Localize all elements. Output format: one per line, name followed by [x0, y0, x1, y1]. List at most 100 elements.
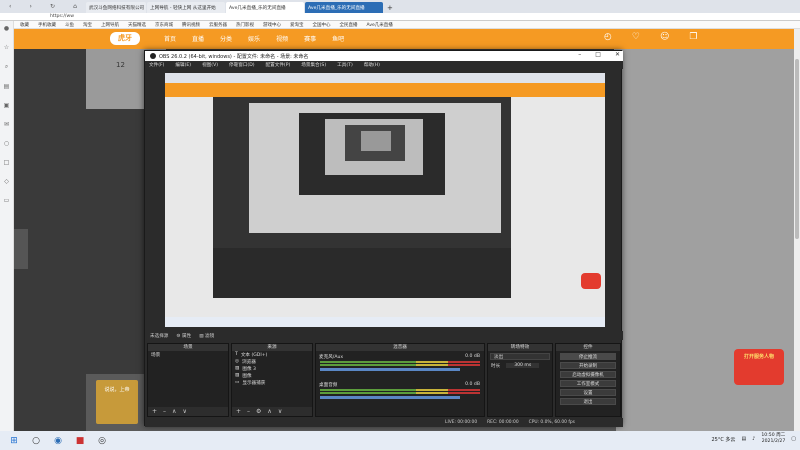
folder-icon[interactable]: ▭ — [4, 197, 10, 204]
add-icon[interactable]: + — [236, 408, 241, 415]
nav-link[interactable]: 直播 — [192, 34, 204, 43]
chat-icon[interactable]: ○ — [4, 140, 9, 147]
home-icon[interactable]: ⌂ — [73, 3, 77, 10]
search-icon[interactable]: ⌕ — [5, 63, 8, 71]
notification-icon[interactable]: ▢ — [791, 436, 796, 442]
huya-logo[interactable]: 虎牙 — [110, 32, 140, 45]
source-item[interactable]: ◎ 浏览器 — [232, 358, 312, 365]
nav-link[interactable]: 赛事 — [304, 34, 316, 43]
bookmark-item[interactable]: 天猫精选 — [128, 22, 146, 28]
gift-banner[interactable]: 说说，上帝 — [96, 380, 138, 424]
menu-scene-collection[interactable]: 场景集合(S) — [301, 62, 326, 68]
search-icon[interactable]: ○ — [28, 433, 44, 449]
volume-slider[interactable] — [320, 396, 460, 399]
bookmark-item[interactable]: 京东商城 — [155, 22, 173, 28]
obs-preview[interactable] — [165, 73, 605, 327]
start-recording-button[interactable]: 开始录制 — [560, 362, 616, 369]
media-app-icon[interactable]: ■ — [72, 433, 88, 449]
translate-icon[interactable]: ▣ — [4, 102, 10, 109]
obs-app-icon[interactable]: ◎ — [94, 433, 110, 449]
minimize-icon[interactable]: – — [578, 51, 581, 58]
menu-edit[interactable]: 编辑(E) — [175, 62, 191, 68]
source-item[interactable]: T 文本 (GDI+) — [232, 351, 312, 358]
bookmark-item[interactable]: 爱淘宝 — [290, 22, 304, 28]
bookmark-item[interactable]: 收藏 — [20, 22, 29, 28]
browser-logo-icon[interactable]: ● — [4, 25, 9, 32]
menu-file[interactable]: 文件(F) — [149, 62, 164, 68]
new-tab-button[interactable]: + — [384, 2, 396, 13]
source-item[interactable]: ▨ 图像 — [232, 372, 312, 379]
filters-button[interactable]: ▧ 滤镜 — [199, 333, 214, 339]
source-item[interactable]: ▨ 图像 3 — [232, 365, 312, 372]
close-icon[interactable]: ✕ — [615, 51, 620, 58]
menu-tools[interactable]: 工具(T) — [337, 62, 353, 68]
bookmark-item[interactable]: 游戏中心 — [263, 22, 281, 28]
network-icon[interactable]: ▤ — [741, 436, 746, 442]
bookmark-item[interactable]: 腾讯视频 — [182, 22, 200, 28]
move-up-icon[interactable]: ∧ — [267, 408, 271, 415]
menu-docks[interactable]: 停靠窗口(D) — [229, 62, 255, 68]
bookmark-item[interactable]: 手机收藏 — [38, 22, 56, 28]
nav-link[interactable]: 视频 — [276, 34, 288, 43]
reader-icon[interactable]: ▤ — [4, 83, 10, 90]
remove-icon[interactable]: – — [247, 408, 250, 415]
promo-badge[interactable]: 打开服务人物 — [734, 349, 784, 385]
forward-icon[interactable]: › — [30, 3, 32, 10]
cart-icon[interactable]: □ — [4, 159, 10, 166]
gift-icon[interactable]: ❐ — [689, 32, 697, 42]
stop-streaming-button[interactable]: 停止推流 — [560, 353, 616, 360]
add-icon[interactable]: + — [152, 408, 157, 415]
move-down-icon[interactable]: ∨ — [182, 408, 186, 415]
nav-link[interactable]: 鱼吧 — [332, 34, 344, 43]
volume-icon[interactable]: ♪ — [752, 436, 755, 442]
user-icon[interactable]: ☺ — [660, 32, 669, 42]
bookmark-item[interactable]: 全民直播 — [340, 22, 358, 28]
nav-link[interactable]: 娱乐 — [248, 34, 260, 43]
side-collapse-handle[interactable] — [14, 229, 28, 269]
tab-nav[interactable]: 上网导航 - 轻快上网 从这里开始 — [147, 2, 225, 13]
star-icon[interactable]: ☆ — [4, 44, 9, 51]
studio-mode-button[interactable]: 工作室模式 — [560, 380, 616, 387]
bookmark-item[interactable]: Ave几米直播 — [367, 22, 393, 28]
nav-link[interactable]: 分类 — [220, 34, 232, 43]
weather-text[interactable]: 25°C 多云 — [711, 436, 735, 443]
transition-select[interactable]: 淡出 — [490, 353, 550, 360]
clock[interactable]: 10:50 周二 2021/2/27 — [761, 433, 785, 445]
subscribe-icon[interactable]: ♡ — [632, 32, 640, 42]
tab-huya-1[interactable]: Ave几米直播_乐的无间直播 — [226, 2, 304, 13]
tab-douyu[interactable]: 武汉斗鱼网络科技有限公司 — [86, 2, 146, 13]
menu-view[interactable]: 视图(V) — [202, 62, 218, 68]
bookmark-item[interactable]: 热门影视 — [236, 22, 254, 28]
start-icon[interactable]: ⊞ — [6, 433, 22, 449]
bookmark-item[interactable]: 淘宝 — [83, 22, 92, 28]
nav-link[interactable]: 首页 — [164, 34, 176, 43]
move-up-icon[interactable]: ∧ — [172, 408, 176, 415]
game-icon[interactable]: ◇ — [4, 178, 9, 185]
properties-button[interactable]: ⚙ 属性 — [176, 333, 191, 339]
tab-huya-2[interactable]: Ave几米直播_乐的无间直播 — [305, 2, 383, 13]
browser-app-icon[interactable]: ◉ — [50, 433, 66, 449]
settings-button[interactable]: 设置 — [560, 389, 616, 396]
page-scrollbar[interactable] — [794, 29, 800, 431]
bookmark-item[interactable]: 全国中心 — [313, 22, 331, 28]
gear-icon[interactable]: ⚙ — [256, 408, 261, 415]
source-item[interactable]: ▭ 显示器捕获 — [232, 379, 312, 386]
scroll-thumb[interactable] — [795, 59, 799, 239]
move-down-icon[interactable]: ∨ — [278, 408, 282, 415]
scene-item[interactable]: 场景 — [148, 351, 228, 358]
menu-profile[interactable]: 配置文件(P) — [266, 62, 291, 68]
url-bar[interactable]: https://ww — [0, 13, 800, 21]
maximize-icon[interactable]: □ — [595, 51, 601, 58]
mail-icon[interactable]: ✉ — [4, 121, 9, 128]
history-icon[interactable]: ◴ — [604, 32, 612, 42]
back-icon[interactable]: ‹ — [9, 3, 11, 10]
bookmark-item[interactable]: 上网导航 — [101, 22, 119, 28]
bookmark-item[interactable]: 斗鱼 — [65, 22, 74, 28]
virtual-camera-button[interactable]: 启动虚拟摄像机 — [560, 371, 616, 378]
exit-button[interactable]: 退出 — [560, 398, 616, 405]
volume-slider[interactable] — [320, 368, 460, 371]
remove-icon[interactable]: – — [163, 408, 166, 415]
duration-input[interactable]: 300 ms — [506, 363, 540, 368]
refresh-icon[interactable]: ↻ — [50, 3, 55, 10]
menu-help[interactable]: 帮助(H) — [364, 62, 380, 68]
